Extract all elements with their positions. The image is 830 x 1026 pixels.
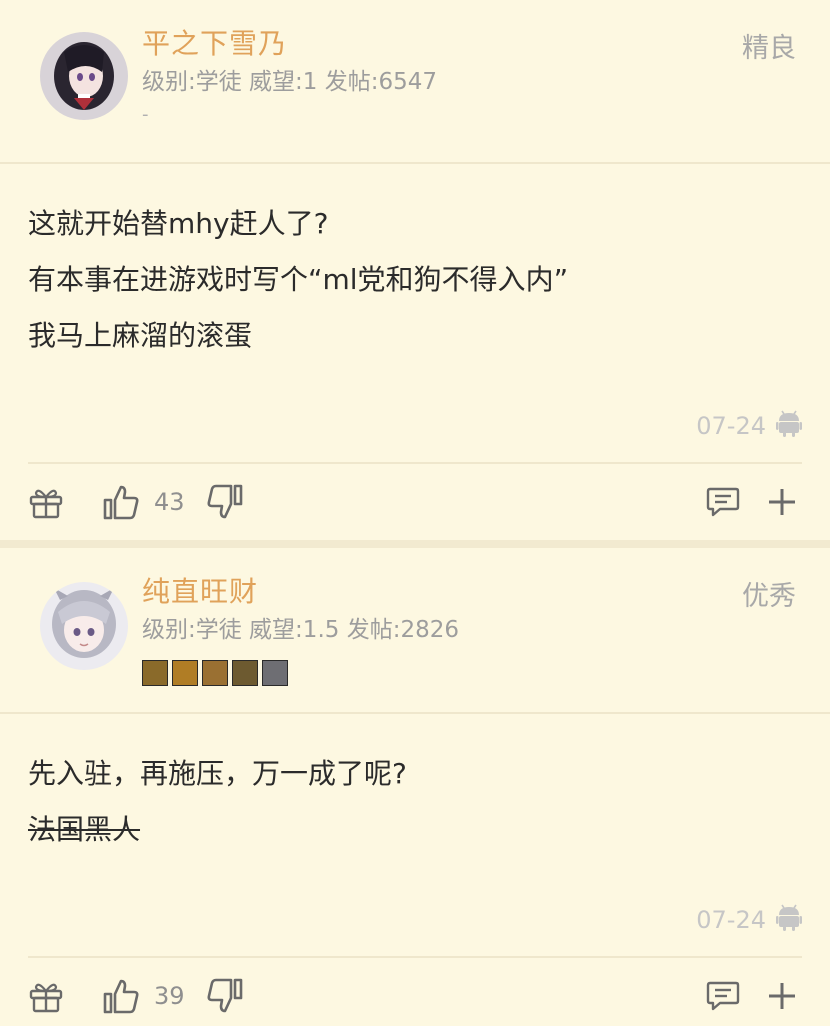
add-button[interactable] bbox=[766, 966, 798, 1026]
comment-button[interactable] bbox=[706, 472, 740, 532]
action-bar: 39 bbox=[0, 966, 830, 1026]
user-info: 级别:学徒 威望:1.5 发帖:2826 bbox=[142, 617, 459, 643]
comment-icon bbox=[706, 485, 740, 519]
username[interactable]: 平之下雪乃 bbox=[142, 22, 287, 62]
post-date: 07-24 bbox=[696, 412, 766, 440]
badge-2[interactable] bbox=[172, 660, 198, 686]
rating-tag: 优秀 bbox=[742, 581, 796, 612]
gift-icon bbox=[28, 979, 64, 1013]
thumbs-up-icon bbox=[102, 977, 140, 1015]
badge-5[interactable] bbox=[262, 660, 288, 686]
content-line: 这就开始替mhy赶人了? bbox=[28, 207, 329, 240]
post-meta: 07-24 bbox=[696, 904, 802, 936]
header-divider bbox=[0, 712, 830, 714]
post-date: 07-24 bbox=[696, 906, 766, 934]
rating-tag: 精良 bbox=[742, 33, 796, 64]
post-card: 平之下雪乃 级别:学徒 威望:1 发帖:6547 - 精良 这就开始替mhy赶人… bbox=[0, 0, 830, 540]
avatar[interactable] bbox=[40, 32, 128, 120]
action-bar: 43 bbox=[0, 472, 830, 532]
content-line: 先入驻，再施压，万一成了呢? bbox=[28, 757, 407, 790]
thumbs-down-icon bbox=[206, 977, 244, 1015]
avatar[interactable] bbox=[40, 582, 128, 670]
like-button[interactable]: 39 bbox=[102, 966, 185, 1026]
post-content: 先入驻，再施压，万一成了呢? 法国黑人 bbox=[28, 746, 798, 858]
post-card: 纯直旺财 级别:学徒 威望:1.5 发帖:2826 优秀 先入驻，再施压，万一成… bbox=[0, 548, 830, 1024]
header-divider bbox=[0, 162, 830, 164]
gift-button[interactable] bbox=[28, 472, 64, 532]
dislike-button[interactable] bbox=[206, 966, 244, 1026]
user-signature: - bbox=[142, 104, 149, 125]
thumbs-up-icon bbox=[102, 483, 140, 521]
plus-icon bbox=[766, 486, 798, 518]
badge-4[interactable] bbox=[232, 660, 258, 686]
badge-3[interactable] bbox=[202, 660, 228, 686]
user-badges bbox=[142, 660, 288, 686]
user-info: 级别:学徒 威望:1 发帖:6547 bbox=[142, 69, 438, 95]
content-line: 有本事在进游戏时写个“ml党和狗不得入内” bbox=[28, 263, 569, 296]
gift-icon bbox=[28, 485, 64, 519]
username[interactable]: 纯直旺财 bbox=[142, 570, 258, 610]
like-count: 43 bbox=[154, 488, 185, 516]
comment-icon bbox=[706, 979, 740, 1013]
gift-button[interactable] bbox=[28, 966, 64, 1026]
post-separator bbox=[0, 540, 830, 548]
post-meta: 07-24 bbox=[696, 410, 802, 442]
android-icon bbox=[776, 410, 802, 442]
dislike-button[interactable] bbox=[206, 472, 244, 532]
content-line: 我马上麻溜的滚蛋 bbox=[28, 319, 253, 352]
struck-content-line: 法国黑人 bbox=[28, 813, 141, 846]
add-button[interactable] bbox=[766, 472, 798, 532]
thumbs-down-icon bbox=[206, 483, 244, 521]
like-button[interactable]: 43 bbox=[102, 472, 185, 532]
like-count: 39 bbox=[154, 982, 185, 1010]
android-icon bbox=[776, 904, 802, 936]
plus-icon bbox=[766, 980, 798, 1012]
content-divider bbox=[28, 956, 802, 958]
comment-button[interactable] bbox=[706, 966, 740, 1026]
badge-1[interactable] bbox=[142, 660, 168, 686]
post-content: 这就开始替mhy赶人了? 有本事在进游戏时写个“ml党和狗不得入内” 我马上麻溜… bbox=[28, 196, 798, 364]
content-divider bbox=[28, 462, 802, 464]
